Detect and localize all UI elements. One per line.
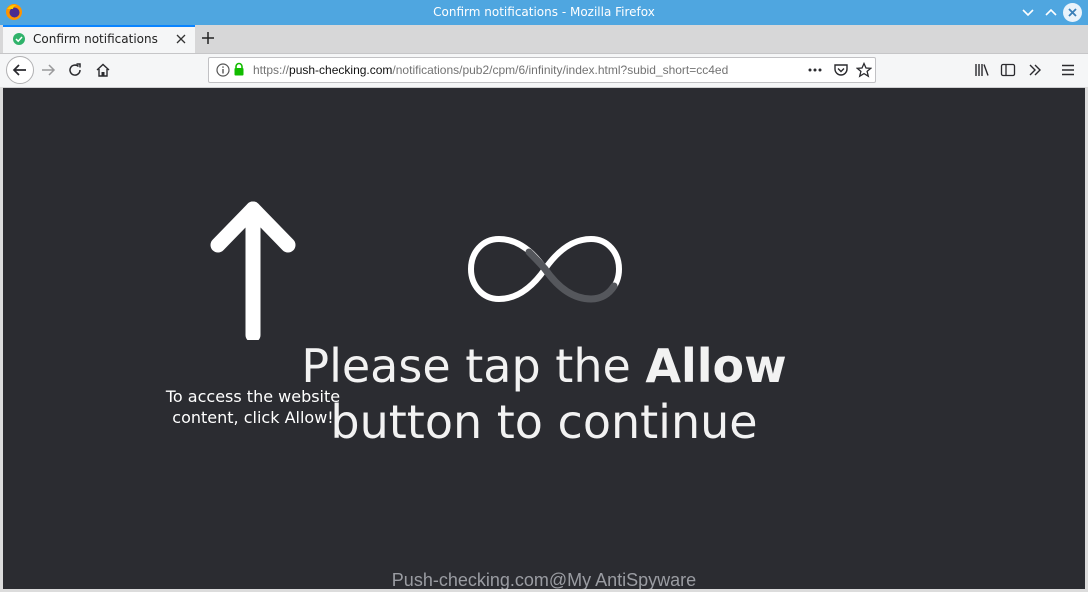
hamburger-menu-icon[interactable] (1060, 62, 1076, 78)
lock-icon (234, 62, 244, 76)
sidebar-icon[interactable] (1000, 62, 1016, 78)
infinity-loader-icon (467, 235, 623, 303)
side-note-line1: To access the website (165, 387, 341, 406)
bookmark-star-icon[interactable] (856, 62, 872, 78)
home-icon[interactable] (95, 62, 111, 78)
tab-strip: Confirm notifications (0, 25, 1088, 54)
navigation-toolbar: https://push-checking.com/notifications/… (0, 54, 1088, 88)
pocket-icon[interactable] (833, 62, 849, 78)
url-scheme: https:// (253, 63, 290, 77)
page-content: Please tap the Allow button to continue … (3, 88, 1085, 590)
maximize-icon[interactable] (1043, 4, 1059, 20)
back-button[interactable] (6, 56, 34, 84)
side-note: To access the website content, click All… (143, 386, 363, 428)
forward-arrow-icon[interactable] (40, 62, 56, 78)
watermark-text: Push-checking.com@My AntiSpyware (391, 570, 697, 590)
reload-icon[interactable] (67, 62, 83, 78)
url-fade (749, 58, 809, 82)
info-icon[interactable] (216, 63, 230, 77)
window-titlebar: Confirm notifications - Mozilla Firefox (0, 0, 1088, 25)
window-border-left (0, 87, 3, 592)
library-icon[interactable] (974, 62, 990, 78)
new-tab-plus-icon[interactable] (200, 30, 216, 46)
overflow-chevron-icon[interactable] (1027, 62, 1043, 78)
tab-label: Confirm notifications (33, 32, 158, 46)
arrow-up-icon (210, 201, 296, 340)
tab-confirm-notifications[interactable]: Confirm notifications (3, 25, 195, 53)
close-icon (1068, 8, 1077, 17)
url-bar[interactable]: https://push-checking.com/notifications/… (208, 57, 876, 83)
window-close-button[interactable] (1063, 3, 1082, 22)
headline-line2: button to continue (330, 395, 758, 449)
side-note-line2: content, click Allow! (172, 408, 334, 427)
url-path: /notifications/pub2/cpm/6/infinity/index… (392, 63, 729, 77)
back-arrow-icon (12, 64, 26, 76)
tab-close-icon[interactable] (175, 33, 187, 45)
headline-allow-word: Allow (645, 339, 787, 393)
url-text[interactable]: https://push-checking.com/notifications/… (253, 63, 803, 77)
window-title: Confirm notifications - Mozilla Firefox (433, 5, 655, 19)
headline-line1: Please tap the Allow (301, 339, 787, 393)
page-actions-menu-icon[interactable] (807, 62, 823, 78)
url-host: push-checking.com (289, 63, 393, 77)
minimize-icon[interactable] (1020, 4, 1036, 20)
check-circle-icon (13, 33, 25, 45)
